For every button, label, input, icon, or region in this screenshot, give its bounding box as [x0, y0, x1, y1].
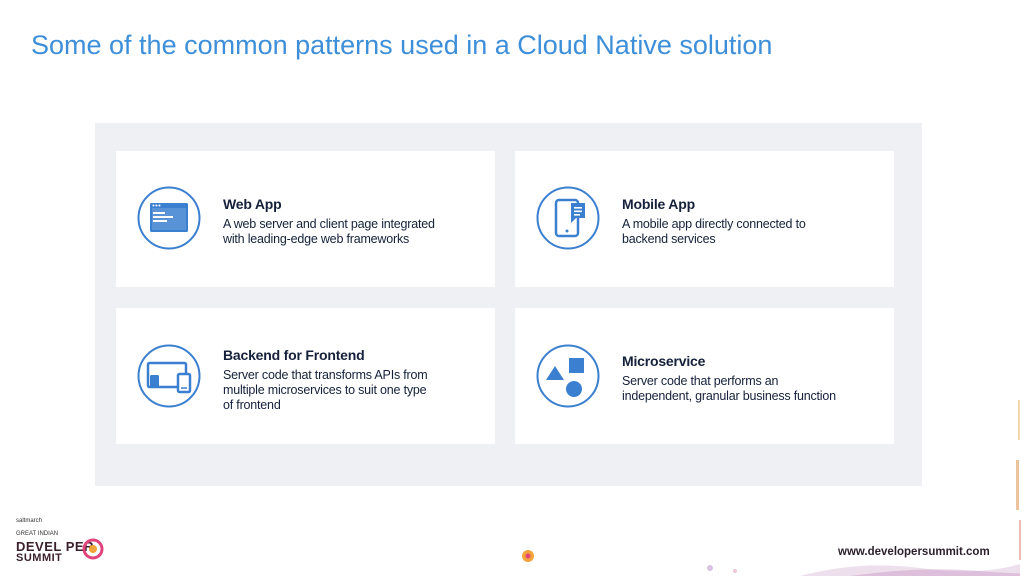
- card-description: Server code that performs an independent…: [622, 374, 836, 403]
- card-microservice: Microservice Server code that performs a…: [515, 308, 894, 444]
- side-splash: [1016, 400, 1021, 560]
- card-title: Microservice: [622, 353, 706, 369]
- brand-line1: GREAT INDIAN: [16, 531, 59, 537]
- logo-o-icon: [82, 538, 104, 560]
- brand-line3: SUMMIT: [16, 552, 63, 564]
- card-web-app: Web App A web server and client page int…: [116, 151, 495, 287]
- mobile-phone-icon: [536, 186, 600, 250]
- brand-top: saltmarch: [16, 518, 43, 524]
- browser-window-icon: [137, 186, 201, 250]
- card-description: Server code that transforms APIs from mu…: [223, 368, 428, 412]
- card-title: Mobile App: [622, 196, 695, 212]
- patterns-panel: Web App A web server and client page int…: [95, 123, 922, 486]
- devices-icon: [137, 344, 201, 408]
- card-backend-for-frontend: Backend for Frontend Server code that tr…: [116, 308, 495, 444]
- website-url: www.developersummit.com: [838, 546, 990, 558]
- shapes-icon: [536, 344, 600, 408]
- card-description: A web server and client page integrated …: [223, 217, 435, 246]
- summit-logo: saltmarch GREAT INDIAN DEVEL PER SUMMIT: [16, 516, 146, 570]
- card-title: Web App: [223, 196, 282, 212]
- card-title: Backend for Frontend: [223, 347, 365, 363]
- card-mobile-app: Mobile App A mobile app directly connect…: [515, 151, 894, 287]
- slide-title: Some of the common patterns used in a Cl…: [31, 30, 773, 60]
- card-description: A mobile app directly connected to backe…: [622, 217, 806, 246]
